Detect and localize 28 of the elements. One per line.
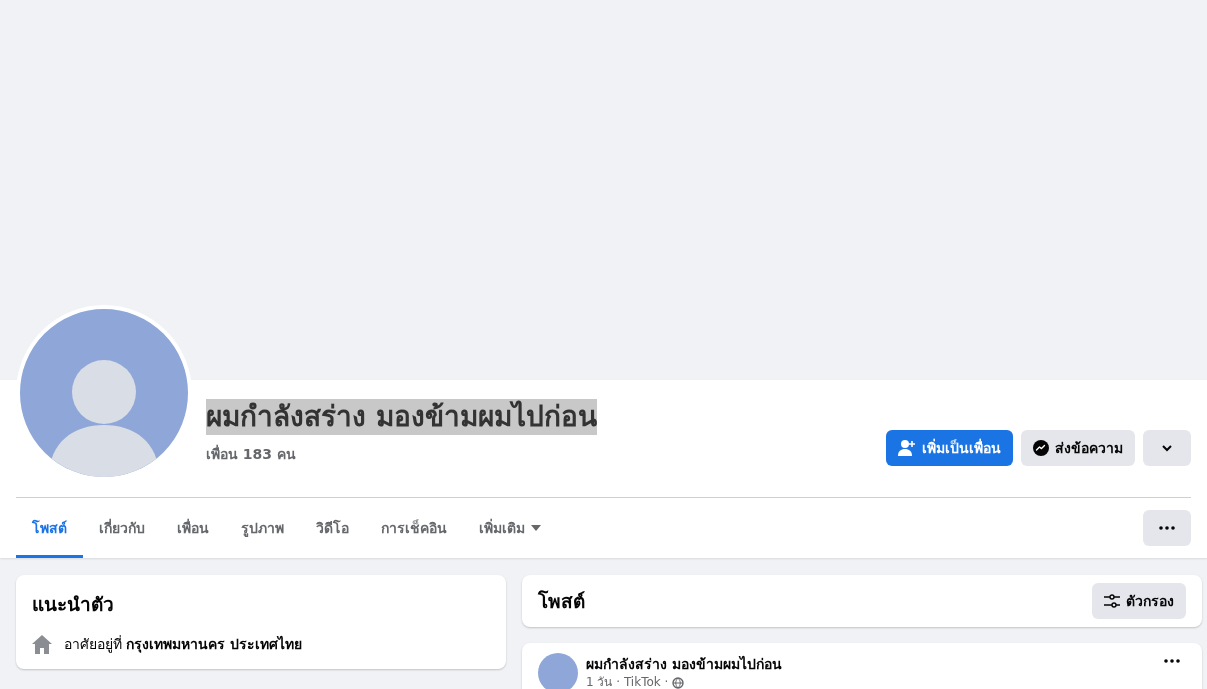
post-author[interactable]: ผมกำลังสร่าง มองข้ามผมไปก่อน: [586, 653, 782, 675]
intro-title: แนะนำตัว: [32, 592, 115, 617]
profile-tab[interactable]: เพิ่มเติม: [463, 498, 557, 558]
posts-title: โพสต์: [538, 589, 585, 614]
filter-icon: [1104, 594, 1120, 608]
profile-tab[interactable]: วิดีโอ: [300, 498, 365, 558]
more-icon: [1159, 526, 1175, 530]
add-friend-button[interactable]: เพิ่มเป็นเพื่อน: [886, 430, 1013, 466]
messenger-icon: [1033, 440, 1049, 456]
profile-tab[interactable]: รูปภาพ: [225, 498, 300, 558]
chevron-down-icon: [1161, 444, 1173, 452]
profile-tab[interactable]: การเช็คอิน: [365, 498, 463, 558]
lives-in-text: อาศัยอยู่ที่ กรุงเทพมหานคร ประเทศไทย: [64, 634, 303, 655]
add-friend-icon: [898, 440, 916, 456]
friend-count[interactable]: เพื่อน 183 คน: [206, 443, 886, 466]
profile-tab[interactable]: เกี่ยวกับ: [83, 498, 161, 558]
globe-icon: [672, 676, 685, 689]
more-button[interactable]: [1143, 510, 1191, 546]
profile-tab[interactable]: เพื่อน: [161, 498, 225, 558]
post-meta: 1 วัน · TikTok ·: [586, 675, 782, 689]
more-icon: [1164, 659, 1180, 663]
dropdown-button[interactable]: [1143, 430, 1191, 466]
filter-button[interactable]: ตัวกรอง: [1092, 583, 1186, 619]
profile-name: ผมกำลังสร่าง มองข้ามผมไปก่อน: [206, 399, 597, 436]
profile-tab[interactable]: โพสต์: [16, 498, 83, 558]
author-avatar[interactable]: [538, 653, 578, 689]
home-icon: [32, 634, 52, 654]
message-button[interactable]: ส่งข้อความ: [1021, 430, 1135, 466]
